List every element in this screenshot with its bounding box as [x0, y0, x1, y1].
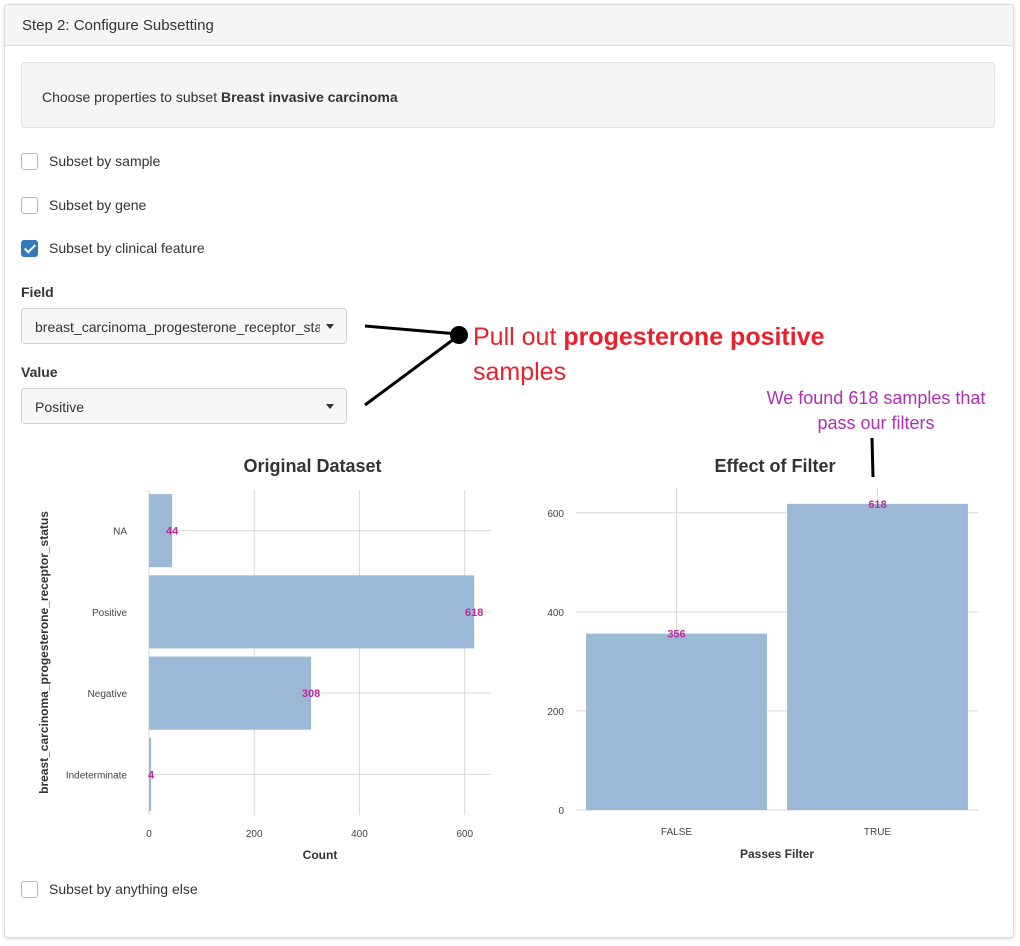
- y-tick-label: 0: [558, 806, 564, 817]
- y-tick-label: NA: [113, 527, 127, 538]
- y-tick-label: 400: [547, 608, 564, 619]
- data-label: 44: [166, 526, 179, 538]
- x-tick-label: FALSE: [661, 827, 692, 838]
- subset-by-other-label[interactable]: Subset by anything else: [49, 881, 198, 897]
- x-axis-title: Count: [303, 848, 338, 862]
- data-label: 618: [465, 607, 483, 619]
- bar-positive: [149, 575, 475, 649]
- annotation-sample-count: We found 618 samples that pass our filte…: [752, 386, 1000, 436]
- annotation-red-prefix: Pull out: [473, 323, 564, 351]
- annotation-red-suffix: samples: [473, 358, 567, 386]
- data-label: 4: [148, 769, 155, 781]
- y-tick-label: Negative: [88, 689, 128, 700]
- original-dataset-chart: 0 200 400 600 44 NA 618 Positive 308 Negative 4 Ind…: [37, 490, 491, 862]
- x-tick-label: TRUE: [864, 827, 892, 838]
- subset-by-other-checkbox[interactable]: [21, 880, 38, 898]
- y-tick-label: 200: [547, 707, 564, 718]
- data-label: 618: [868, 499, 886, 511]
- x-tick-label: 200: [246, 829, 263, 840]
- y-axis-title: breast_carcinoma_progesterone_receptor_s…: [37, 511, 51, 794]
- y-tick-label: 600: [547, 509, 564, 520]
- x-tick-label: 600: [456, 829, 473, 840]
- data-label: 356: [667, 629, 685, 641]
- annotation-purple-line2: pass our filters: [817, 413, 935, 433]
- x-tick-label: 0: [146, 829, 152, 840]
- y-tick-label: Positive: [92, 608, 127, 619]
- bar-false: [586, 633, 767, 810]
- data-label: 308: [302, 688, 320, 700]
- bar-true: [787, 503, 968, 810]
- effect-of-filter-chart: 0 200 400 600 356 FALSE 618 TRUE Passes Filter: [547, 488, 978, 861]
- x-axis-title: Passes Filter: [740, 847, 814, 861]
- annotation-red-bold: progesterone positive: [563, 323, 825, 351]
- pointer-line-field: [364, 324, 459, 336]
- annotation-progesterone: Pull out progesterone positive samples: [473, 320, 825, 390]
- subset-by-other-option[interactable]: Subset by anything else: [21, 878, 198, 900]
- pointer-dot: [450, 326, 468, 344]
- y-tick-label: Indeterminate: [66, 770, 128, 781]
- pointer-line-value: [364, 334, 459, 407]
- bar-negative: [149, 656, 312, 730]
- x-tick-label: 400: [351, 829, 368, 840]
- annotation-purple-line1: We found 618 samples that: [766, 388, 986, 408]
